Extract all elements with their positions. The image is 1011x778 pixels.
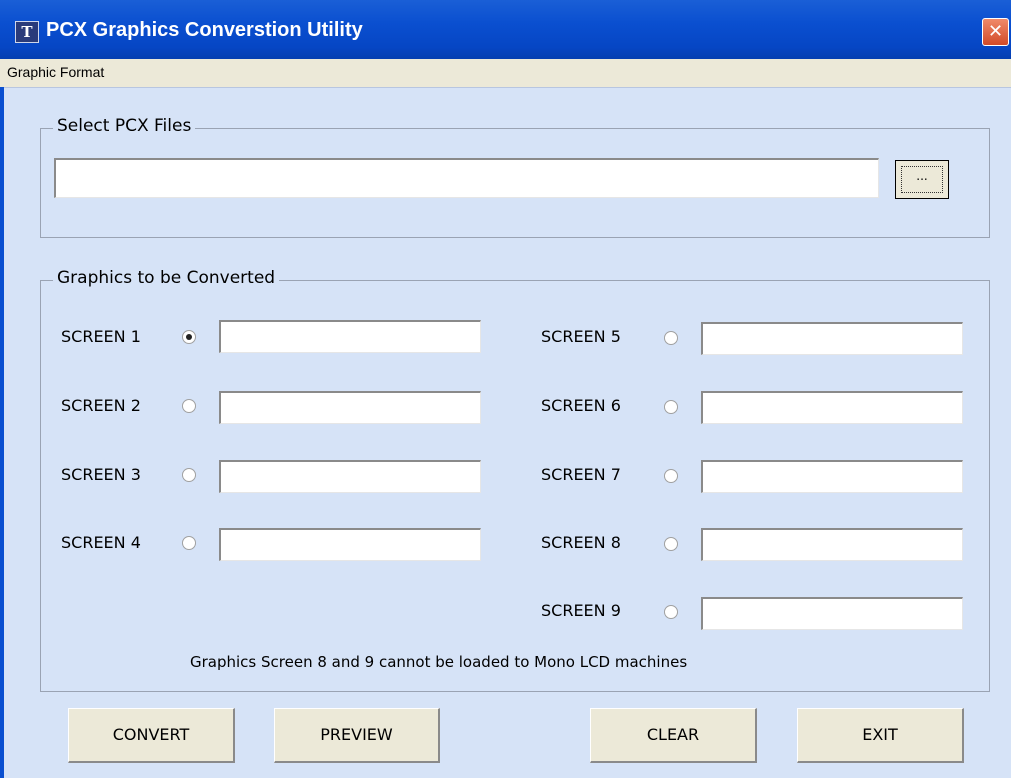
graphics-group-label: Graphics to be Converted bbox=[53, 268, 280, 288]
screen-7-radio[interactable] bbox=[664, 469, 678, 483]
close-button[interactable]: ✕ bbox=[982, 18, 1009, 46]
preview-button[interactable]: PREVIEW bbox=[274, 708, 440, 763]
screen-9-radio[interactable] bbox=[664, 605, 678, 619]
screen-7-input[interactable] bbox=[701, 460, 963, 493]
app-icon[interactable]: T bbox=[15, 21, 39, 43]
screen-6-radio[interactable] bbox=[664, 400, 678, 414]
window-border bbox=[0, 87, 4, 778]
browse-button[interactable]: ... bbox=[895, 160, 949, 199]
screen-1-input[interactable] bbox=[219, 320, 481, 353]
screen-2-label: SCREEN 2 bbox=[61, 396, 141, 415]
screen-8-radio[interactable] bbox=[664, 537, 678, 551]
screen-1-label: SCREEN 1 bbox=[61, 327, 141, 346]
screen-4-label: SCREEN 4 bbox=[61, 533, 141, 552]
close-icon: ✕ bbox=[987, 21, 1004, 42]
screen-5-radio[interactable] bbox=[664, 331, 678, 345]
convert-button[interactable]: CONVERT bbox=[68, 708, 235, 763]
screen-4-input[interactable] bbox=[219, 528, 481, 561]
screen-8-input[interactable] bbox=[701, 528, 963, 561]
screen-9-label: SCREEN 9 bbox=[541, 601, 621, 620]
screen-3-input[interactable] bbox=[219, 460, 481, 493]
mono-lcd-note: Graphics Screen 8 and 9 cannot be loaded… bbox=[190, 653, 688, 671]
screen-6-label: SCREEN 6 bbox=[541, 396, 621, 415]
select-files-label: Select PCX Files bbox=[53, 116, 196, 136]
screen-5-input[interactable] bbox=[701, 322, 963, 355]
pcx-file-path-input[interactable] bbox=[54, 158, 879, 198]
window-title: PCX Graphics Converstion Utility bbox=[46, 19, 363, 41]
screen-2-radio[interactable] bbox=[182, 399, 196, 413]
screen-8-label: SCREEN 8 bbox=[541, 533, 621, 552]
focus-rectangle bbox=[901, 166, 943, 193]
screen-1-radio[interactable] bbox=[182, 330, 196, 344]
clear-button[interactable]: CLEAR bbox=[590, 708, 757, 763]
screen-3-radio[interactable] bbox=[182, 468, 196, 482]
screen-4-radio[interactable] bbox=[182, 536, 196, 550]
screen-9-input[interactable] bbox=[701, 597, 963, 630]
menu-graphic-format[interactable]: Graphic Format bbox=[7, 64, 104, 80]
screen-3-label: SCREEN 3 bbox=[61, 465, 141, 484]
title-bar[interactable]: T PCX Graphics Converstion Utility ✕ bbox=[0, 0, 1011, 59]
screen-5-label: SCREEN 5 bbox=[541, 327, 621, 346]
screen-6-input[interactable] bbox=[701, 391, 963, 424]
menu-bar: Graphic Format bbox=[0, 59, 1011, 88]
screen-2-input[interactable] bbox=[219, 391, 481, 424]
screen-7-label: SCREEN 7 bbox=[541, 465, 621, 484]
exit-button[interactable]: EXIT bbox=[797, 708, 964, 763]
